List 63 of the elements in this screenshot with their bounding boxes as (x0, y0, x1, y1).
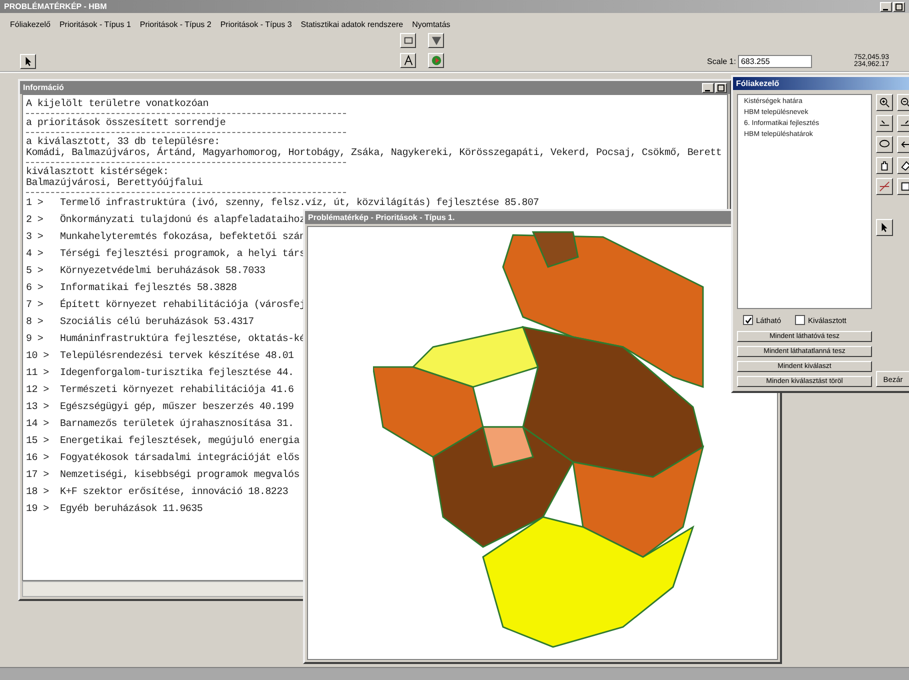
rank-number: 7 > (26, 300, 44, 311)
rank-number: 18 > (26, 487, 50, 498)
scale-label: Scale 1: (707, 56, 736, 66)
info-line: Balmazújvárosi, Berettyóújfalui (26, 178, 204, 189)
priority-text: Nemzetiségi, kisebbségi programok megvalós (60, 470, 300, 481)
letter-icon[interactable] (400, 53, 416, 68)
rank-number: 13 > (26, 402, 50, 413)
window-title: Információ (23, 83, 64, 92)
priority-text: Környezetvédelmi beruházások 58.7033 (60, 266, 266, 277)
priority-text: Természeti környezet rehabilitációja 41.6 (60, 385, 294, 396)
priority-text: Idegenforgalom-turisztika fejlesztése 44. (60, 368, 294, 379)
horizontal-scrollbar[interactable] (22, 581, 304, 597)
priority-text: Informatikai fejlesztés 58.3828 (60, 283, 237, 294)
window-title: Problématérkép - Prioritások - Típus 1. (308, 213, 455, 222)
rank-number: 8 > (26, 317, 44, 328)
rank-number: 10 > (26, 351, 50, 362)
pointer-icon[interactable] (876, 219, 893, 236)
priority-text: Barnamezős területek újrahasznosítása 31. (60, 419, 294, 430)
rank-number: 4 > (26, 249, 44, 260)
rank-number: 17 > (26, 470, 50, 481)
priority-text: Egyéb beruházások 11.9635 (60, 504, 203, 515)
menu-item[interactable]: Prioritások - Típus 1 (59, 20, 131, 28)
rank-number: 11 > (26, 368, 50, 379)
priority-text: Épített környezet rehabilitációja (városfej (60, 300, 306, 311)
priority-text: Energetikai fejlesztések, megújuló energia (60, 436, 300, 447)
priority-text: Szociális célú beruházások 53.4317 (60, 317, 254, 328)
checkbox-box[interactable] (795, 315, 806, 325)
priority-text: Településrendezési tervek készítése 48.01 (60, 351, 294, 362)
priority-text: Egészségügyi gép, műszer beszerzés 40.199 (60, 402, 294, 413)
menu-item[interactable]: Prioritások - Típus 2 (140, 20, 212, 28)
menu-item[interactable]: Prioritások - Típus 3 (220, 20, 292, 28)
rank-number: 12 > (26, 385, 50, 396)
checkbox-box[interactable] (743, 315, 753, 325)
info-line: A kijelölt területre vonatkozóan (26, 99, 210, 110)
zoom-in-icon[interactable] (876, 94, 893, 111)
priority-text: Fogyatékosok társadalmi integrációját elős (60, 453, 300, 464)
rank-number: 2 > (26, 215, 44, 226)
rank-number: 15 > (26, 436, 50, 447)
info-line: a prioritások összesített sorrendje (26, 118, 227, 129)
priority-text: Önkormányzati tulajdonú és alapfeladataihoz (60, 215, 306, 226)
rank-number: 9 > (26, 334, 44, 345)
zoom-out-icon[interactable] (897, 94, 909, 111)
pointer-icon[interactable] (20, 54, 36, 68)
info-line: kiválasztott kistérségek: (26, 167, 169, 178)
rank-number: 3 > (26, 232, 44, 243)
menu-item[interactable]: Fóliakezelő (10, 20, 50, 28)
rank-number: 14 > (26, 419, 50, 430)
window-icon[interactable] (897, 178, 909, 195)
priority-text: Termelő infrastruktúra (ivó, szenny, felsz.víz, út, közvilágítás) fejlesztése 85.807 (60, 198, 539, 209)
rank-number: 19 > (26, 504, 50, 515)
rank-number: 16 > (26, 453, 50, 464)
info-line: Komádi, Balmazújváros, Ártánd, Magyarhomorog, Hortobágy, Zsáka, Nagykereki, Körösszegapáti, Vekerd, Pocsaj, Csökmő, Berett (26, 148, 723, 159)
rank-number: 6 > (26, 283, 44, 294)
priority-text: Humáninfrastruktúra fejlesztése, oktatás-ké (60, 334, 306, 345)
scale-field[interactable]: 683.255 (738, 54, 812, 68)
menu-item[interactable]: Statisztikai adatok rendszere (300, 20, 404, 28)
info-line: a kiválasztott, 33 db településre: (26, 137, 220, 148)
priority-text: K+F szektor erősítése, innováció 18.8223 (60, 487, 288, 498)
window-title: Fóliakezelő (736, 79, 780, 88)
rank-number: 1 > (26, 198, 44, 209)
window-title: PROBLÉMATÉRKÉP - HBM (4, 2, 107, 11)
rank-number: 5 > (26, 266, 44, 277)
menu-item[interactable]: Nyomtatás (412, 20, 450, 28)
